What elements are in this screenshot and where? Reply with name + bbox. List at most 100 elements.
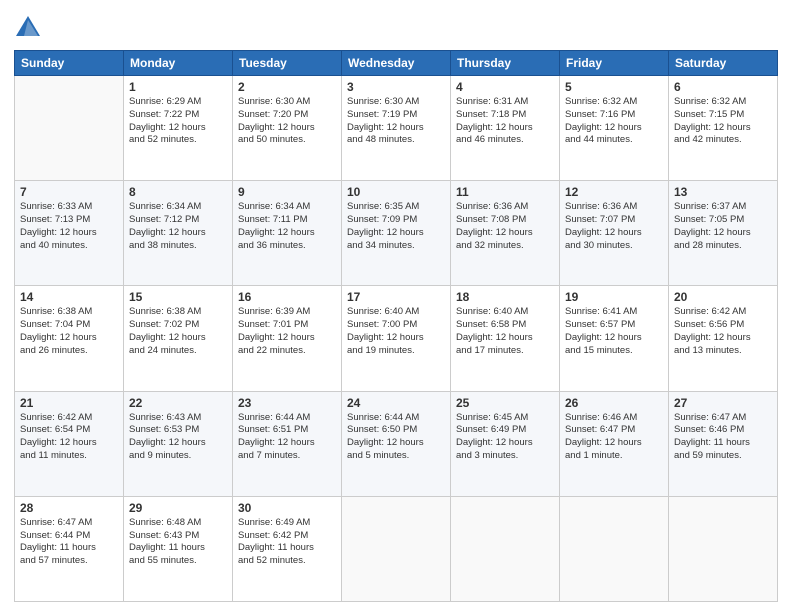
day-number: 13 xyxy=(674,185,772,199)
day-info: Sunrise: 6:45 AMSunset: 6:49 PMDaylight:… xyxy=(456,412,554,463)
calendar-cell: 4 Sunrise: 6:31 AMSunset: 7:18 PMDaylight… xyxy=(451,76,560,181)
day-number: 17 xyxy=(347,290,445,304)
day-info: Sunrise: 6:38 AMSunset: 7:04 PMDaylight:… xyxy=(20,306,118,357)
day-number: 12 xyxy=(565,185,663,199)
calendar-cell: 14 Sunrise: 6:38 AMSunset: 7:04 PMDayligh… xyxy=(15,286,124,391)
calendar-cell: 5Sunrise: 6:32 AMSunset: 7:16 PMDaylight… xyxy=(560,76,669,181)
calendar-table: SundayMondayTuesdayWednesdayThursdayFrid… xyxy=(14,50,778,602)
day-info: Sunrise: 6:35 AMSunset: 7:09 PMDaylight:… xyxy=(347,201,445,252)
calendar-cell: 28 Sunrise: 6:47 AMSunset: 6:44 PMDayligh… xyxy=(15,496,124,601)
day-info: Sunrise: 6:32 AMSunset: 7:16 PMDaylight:… xyxy=(565,96,663,147)
calendar-cell: 30 Sunrise: 6:49 AMSunset: 6:42 PMDayligh… xyxy=(233,496,342,601)
calendar-cell: 27 Sunrise: 6:47 AMSunset: 6:46 PMDayligh… xyxy=(669,391,778,496)
day-number: 2 xyxy=(238,80,336,94)
weekday-header: Friday xyxy=(560,51,669,76)
calendar-cell: 21 Sunrise: 6:42 AMSunset: 6:54 PMDayligh… xyxy=(15,391,124,496)
calendar-cell: 7 Sunrise: 6:33 AMSunset: 7:13 PMDaylight… xyxy=(15,181,124,286)
calendar-cell: 8 Sunrise: 6:34 AMSunset: 7:12 PMDaylight… xyxy=(124,181,233,286)
weekday-header: Thursday xyxy=(451,51,560,76)
calendar-cell: 6Sunrise: 6:32 AMSunset: 7:15 PMDaylight… xyxy=(669,76,778,181)
day-number: 23 xyxy=(238,396,336,410)
day-number: 26 xyxy=(565,396,663,410)
day-info: Sunrise: 6:31 AMSunset: 7:18 PMDaylight:… xyxy=(456,96,554,147)
calendar-cell: 16 Sunrise: 6:39 AMSunset: 7:01 PMDayligh… xyxy=(233,286,342,391)
calendar-cell: 1 Sunrise: 6:29 AMSunset: 7:22 PMDaylight… xyxy=(124,76,233,181)
calendar-cell: 20 Sunrise: 6:42 AMSunset: 6:56 PMDayligh… xyxy=(669,286,778,391)
calendar-cell xyxy=(560,496,669,601)
logo xyxy=(14,14,46,42)
calendar-cell xyxy=(342,496,451,601)
day-number: 19 xyxy=(565,290,663,304)
day-number: 29 xyxy=(129,501,227,515)
calendar-cell: 26 Sunrise: 6:46 AMSunset: 6:47 PMDayligh… xyxy=(560,391,669,496)
day-number: 3 xyxy=(347,80,445,94)
day-number: 21 xyxy=(20,396,118,410)
calendar-cell: 22 Sunrise: 6:43 AMSunset: 6:53 PMDayligh… xyxy=(124,391,233,496)
day-number: 10 xyxy=(347,185,445,199)
day-number: 16 xyxy=(238,290,336,304)
calendar-cell: 2 Sunrise: 6:30 AMSunset: 7:20 PMDaylight… xyxy=(233,76,342,181)
day-info: Sunrise: 6:33 AMSunset: 7:13 PMDaylight:… xyxy=(20,201,118,252)
day-info: Sunrise: 6:38 AMSunset: 7:02 PMDaylight:… xyxy=(129,306,227,357)
day-info: Sunrise: 6:40 AMSunset: 7:00 PMDaylight:… xyxy=(347,306,445,357)
calendar-week-row: 28 Sunrise: 6:47 AMSunset: 6:44 PMDayligh… xyxy=(15,496,778,601)
calendar-cell: 24Sunrise: 6:44 AMSunset: 6:50 PMDayligh… xyxy=(342,391,451,496)
day-info: Sunrise: 6:47 AMSunset: 6:44 PMDaylight:… xyxy=(20,517,118,568)
day-number: 28 xyxy=(20,501,118,515)
calendar-cell: 17 Sunrise: 6:40 AMSunset: 7:00 PMDayligh… xyxy=(342,286,451,391)
day-number: 24 xyxy=(347,396,445,410)
day-number: 15 xyxy=(129,290,227,304)
weekday-header: Tuesday xyxy=(233,51,342,76)
day-info: Sunrise: 6:44 AMSunset: 6:51 PMDaylight:… xyxy=(238,412,336,463)
calendar-cell: 25 Sunrise: 6:45 AMSunset: 6:49 PMDayligh… xyxy=(451,391,560,496)
day-number: 11 xyxy=(456,185,554,199)
weekday-header: Sunday xyxy=(15,51,124,76)
calendar-cell: 11 Sunrise: 6:36 AMSunset: 7:08 PMDayligh… xyxy=(451,181,560,286)
calendar-header-row: SundayMondayTuesdayWednesdayThursdayFrid… xyxy=(15,51,778,76)
day-number: 1 xyxy=(129,80,227,94)
calendar-cell: 18 Sunrise: 6:40 AMSunset: 6:58 PMDayligh… xyxy=(451,286,560,391)
calendar-week-row: 21 Sunrise: 6:42 AMSunset: 6:54 PMDayligh… xyxy=(15,391,778,496)
day-number: 25 xyxy=(456,396,554,410)
day-info: Sunrise: 6:49 AMSunset: 6:42 PMDaylight:… xyxy=(238,517,336,568)
calendar-cell xyxy=(669,496,778,601)
day-number: 14 xyxy=(20,290,118,304)
day-number: 27 xyxy=(674,396,772,410)
calendar-cell: 23 Sunrise: 6:44 AMSunset: 6:51 PMDayligh… xyxy=(233,391,342,496)
day-info: Sunrise: 6:42 AMSunset: 6:54 PMDaylight:… xyxy=(20,412,118,463)
day-info: Sunrise: 6:36 AMSunset: 7:08 PMDaylight:… xyxy=(456,201,554,252)
day-info: Sunrise: 6:46 AMSunset: 6:47 PMDaylight:… xyxy=(565,412,663,463)
day-number: 4 xyxy=(456,80,554,94)
day-info: Sunrise: 6:34 AMSunset: 7:12 PMDaylight:… xyxy=(129,201,227,252)
calendar-cell xyxy=(15,76,124,181)
day-info: Sunrise: 6:43 AMSunset: 6:53 PMDaylight:… xyxy=(129,412,227,463)
calendar-cell: 3 Sunrise: 6:30 AMSunset: 7:19 PMDaylight… xyxy=(342,76,451,181)
day-info: Sunrise: 6:42 AMSunset: 6:56 PMDaylight:… xyxy=(674,306,772,357)
weekday-header: Monday xyxy=(124,51,233,76)
day-info: Sunrise: 6:30 AMSunset: 7:20 PMDaylight:… xyxy=(238,96,336,147)
calendar-cell: 29 Sunrise: 6:48 AMSunset: 6:43 PMDayligh… xyxy=(124,496,233,601)
calendar-cell: 13 Sunrise: 6:37 AMSunset: 7:05 PMDayligh… xyxy=(669,181,778,286)
day-number: 30 xyxy=(238,501,336,515)
day-info: Sunrise: 6:37 AMSunset: 7:05 PMDaylight:… xyxy=(674,201,772,252)
calendar-cell: 10 Sunrise: 6:35 AMSunset: 7:09 PMDayligh… xyxy=(342,181,451,286)
day-number: 8 xyxy=(129,185,227,199)
weekday-header: Wednesday xyxy=(342,51,451,76)
day-number: 22 xyxy=(129,396,227,410)
calendar-cell xyxy=(451,496,560,601)
day-info: Sunrise: 6:40 AMSunset: 6:58 PMDaylight:… xyxy=(456,306,554,357)
calendar-week-row: 7 Sunrise: 6:33 AMSunset: 7:13 PMDaylight… xyxy=(15,181,778,286)
day-info: Sunrise: 6:48 AMSunset: 6:43 PMDaylight:… xyxy=(129,517,227,568)
day-number: 20 xyxy=(674,290,772,304)
day-number: 18 xyxy=(456,290,554,304)
day-number: 9 xyxy=(238,185,336,199)
day-info: Sunrise: 6:30 AMSunset: 7:19 PMDaylight:… xyxy=(347,96,445,147)
day-info: Sunrise: 6:29 AMSunset: 7:22 PMDaylight:… xyxy=(129,96,227,147)
calendar-cell: 9Sunrise: 6:34 AMSunset: 7:11 PMDaylight… xyxy=(233,181,342,286)
day-info: Sunrise: 6:47 AMSunset: 6:46 PMDaylight:… xyxy=(674,412,772,463)
day-info: Sunrise: 6:39 AMSunset: 7:01 PMDaylight:… xyxy=(238,306,336,357)
calendar-cell: 15 Sunrise: 6:38 AMSunset: 7:02 PMDayligh… xyxy=(124,286,233,391)
calendar-cell: 19Sunrise: 6:41 AMSunset: 6:57 PMDayligh… xyxy=(560,286,669,391)
calendar-week-row: 1 Sunrise: 6:29 AMSunset: 7:22 PMDaylight… xyxy=(15,76,778,181)
day-number: 7 xyxy=(20,185,118,199)
